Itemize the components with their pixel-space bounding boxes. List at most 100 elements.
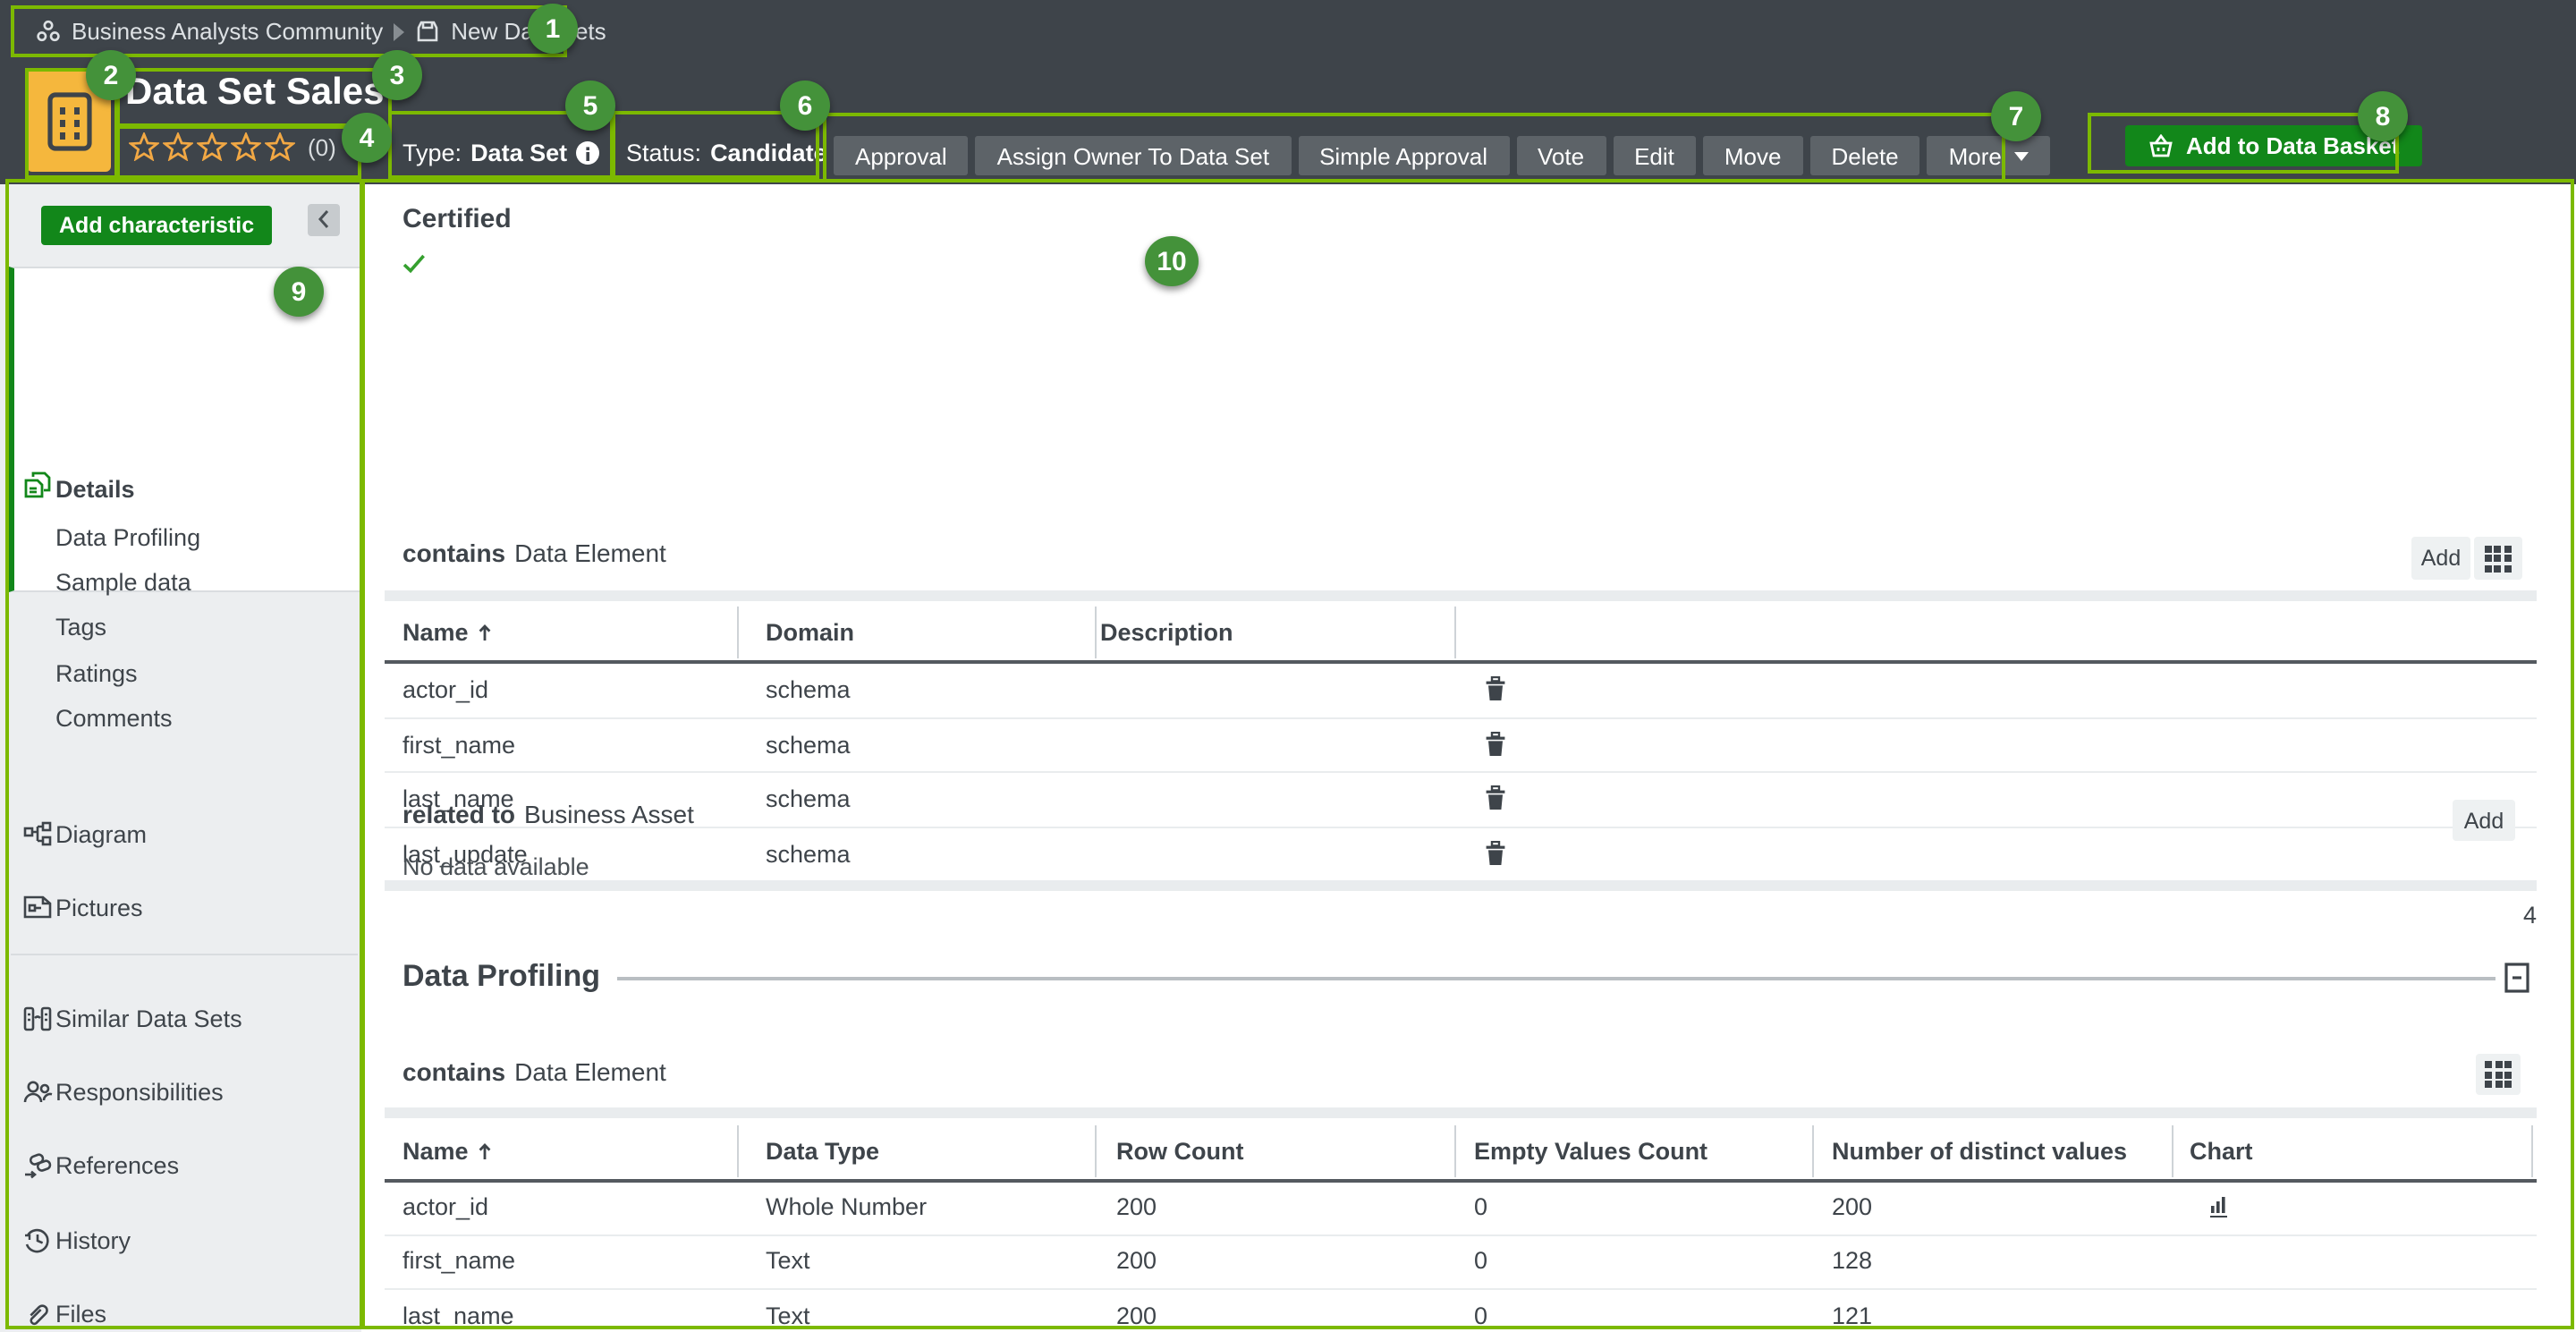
bar-chart-icon[interactable]: [2209, 1195, 2229, 1227]
relation-target: Data Element: [514, 539, 666, 567]
chevron-left-icon: [317, 209, 331, 229]
sidebar-item-details[interactable]: Details: [55, 475, 135, 502]
sidebar-item-data-profiling[interactable]: Data Profiling: [55, 523, 200, 550]
delete-row-icon[interactable]: [1485, 676, 1506, 710]
som-badge-10: 10: [1145, 236, 1199, 286]
sort-ascending-icon: [478, 624, 492, 641]
sidebar-item-pictures[interactable]: Pictures: [55, 894, 143, 921]
cell-name[interactable]: first_name: [402, 1247, 515, 1274]
breadcrumb-community-link[interactable]: Business Analysts Community: [72, 18, 383, 45]
details-doc-icon: [23, 470, 52, 507]
cell-domain[interactable]: schema: [766, 676, 851, 703]
responsibilities-icon: [23, 1078, 54, 1112]
column-header-domain[interactable]: Domain: [766, 619, 854, 646]
som-badge-6: 6: [780, 81, 830, 131]
diagram-icon: [23, 820, 52, 854]
asset-status: Status: Candidate: [626, 140, 827, 166]
delete-button[interactable]: Delete: [1809, 136, 1919, 175]
delete-row-icon[interactable]: [1485, 785, 1506, 819]
assign-owner-button[interactable]: Assign Owner To Data Set: [976, 136, 1291, 175]
section-rule: [617, 977, 2496, 980]
cell-name[interactable]: first_name: [402, 731, 515, 758]
app-window: Business Analysts Community New Data Set…: [0, 0, 2576, 1332]
sidebar-item-diagram[interactable]: Diagram: [55, 820, 147, 847]
column-header-description[interactable]: Description: [1100, 619, 1233, 646]
column-header-name[interactable]: Name: [402, 1138, 492, 1165]
references-icon: [23, 1151, 54, 1187]
data-profiling-section-title: Data Profiling: [402, 959, 600, 995]
sidebar-item-comments[interactable]: Comments: [55, 704, 173, 731]
sidebar-item-files[interactable]: Files: [55, 1300, 106, 1327]
rating-count: (0): [308, 133, 336, 160]
star-icon: [231, 132, 261, 161]
sidebar-item-references[interactable]: References: [55, 1151, 179, 1178]
cell-name[interactable]: actor_id: [402, 676, 488, 703]
type-label: Type:: [402, 140, 462, 166]
som-badge-4: 4: [342, 113, 392, 163]
som-badge-2: 2: [86, 50, 136, 100]
sidebar-item-similar-data-sets[interactable]: Similar Data Sets: [55, 1005, 242, 1031]
add-relation-button[interactable]: Add: [2411, 537, 2470, 580]
cell-domain[interactable]: schema: [766, 785, 851, 812]
som-badge-1: 1: [528, 4, 578, 54]
relation-prefix: contains: [402, 539, 505, 567]
certified-check-icon: [402, 250, 426, 283]
edit-button[interactable]: Edit: [1613, 136, 1696, 175]
asset-title[interactable]: Data Set Sales: [125, 72, 385, 115]
cell-data-type: Text: [766, 1302, 810, 1328]
cell-empty-values: 0: [1474, 1247, 1487, 1274]
cell-data-type: Whole Number: [766, 1192, 927, 1219]
table-view-button[interactable]: [2476, 1054, 2521, 1095]
table-scroll-band[interactable]: [385, 590, 2537, 601]
approval-button[interactable]: Approval: [834, 136, 969, 175]
cell-distinct-values: 128: [1832, 1247, 1872, 1274]
sidebar-item-sample-data[interactable]: Sample data: [55, 568, 191, 595]
community-icon: [36, 20, 61, 43]
star-icon: [163, 132, 193, 161]
sidebar-item-tags[interactable]: Tags: [55, 613, 106, 640]
som-badge-3: 3: [372, 50, 422, 100]
cell-name[interactable]: last_name: [402, 1302, 514, 1328]
add-characteristic-button[interactable]: Add characteristic: [41, 205, 272, 244]
table-view-button[interactable]: [2473, 537, 2521, 580]
history-icon: [23, 1226, 52, 1262]
contains-data-element-heading: contains Data Element: [402, 1057, 666, 1086]
move-button[interactable]: Move: [1703, 136, 1803, 175]
column-header-empty-values[interactable]: Empty Values Count: [1474, 1138, 1707, 1165]
column-header-chart[interactable]: Chart: [2190, 1138, 2253, 1165]
simple-approval-button[interactable]: Simple Approval: [1298, 136, 1509, 175]
sidebar-item-ratings[interactable]: Ratings: [55, 659, 138, 686]
info-icon[interactable]: [576, 141, 599, 165]
table-scroll-band[interactable]: [385, 1107, 2537, 1118]
sidebar-item-history[interactable]: History: [55, 1226, 131, 1253]
column-header-distinct-values[interactable]: Number of distinct values: [1832, 1138, 2127, 1165]
contains-data-element-heading: contains Data Element: [402, 539, 666, 567]
add-related-button[interactable]: Add: [2453, 800, 2515, 841]
rating-stars[interactable]: (0): [129, 132, 336, 161]
sidebar-item-responsibilities[interactable]: Responsibilities: [55, 1078, 224, 1105]
collapse-sidebar-button[interactable]: [308, 203, 340, 235]
cell-domain[interactable]: schema: [766, 731, 851, 758]
som-badge-9: 9: [274, 267, 324, 317]
relation-prefix: contains: [402, 1057, 505, 1086]
column-header-row-count[interactable]: Row Count: [1116, 1138, 1243, 1165]
column-header-data-type[interactable]: Data Type: [766, 1138, 879, 1165]
vote-button[interactable]: Vote: [1516, 136, 1606, 175]
delete-row-icon[interactable]: [1485, 840, 1506, 874]
related-to-heading: related to Business Asset: [402, 800, 694, 828]
table-scroll-band[interactable]: [385, 880, 2537, 891]
table-header-rule: [385, 660, 2537, 664]
status-label: Status:: [626, 140, 701, 166]
empty-state-text: No data available: [402, 853, 589, 880]
delete-row-icon[interactable]: [1485, 731, 1506, 765]
more-button[interactable]: More: [1928, 136, 2050, 175]
cell-name[interactable]: actor_id: [402, 1192, 488, 1219]
cell-distinct-values: 200: [1832, 1192, 1872, 1219]
cell-row-count: 200: [1116, 1192, 1157, 1219]
column-header-name[interactable]: Name: [402, 619, 492, 646]
cell-domain[interactable]: schema: [766, 840, 851, 867]
domain-icon: [415, 20, 440, 43]
star-icon: [129, 132, 159, 161]
collapse-section-icon[interactable]: [2504, 963, 2529, 1002]
status-value[interactable]: Candidate: [710, 140, 827, 166]
